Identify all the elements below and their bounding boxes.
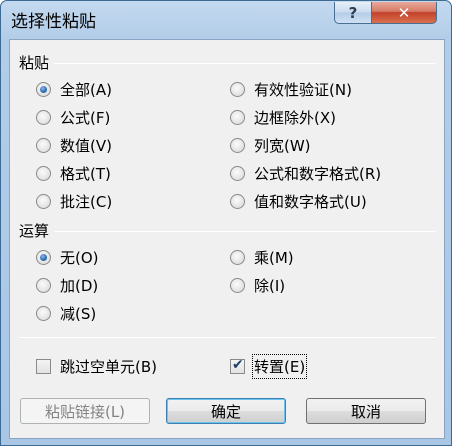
operation-add-option[interactable]: 加(D): [36, 274, 98, 296]
operation-none-label: 无(O): [60, 248, 99, 267]
operation-divide-label: 除(I): [254, 276, 286, 295]
paste-link-label: 粘贴链接(L): [44, 402, 126, 421]
operation-multiply-option[interactable]: 乘(M): [230, 246, 294, 268]
paste-special-dialog: 选择性粘贴 ? ✕ 粘贴 全部(A) 公式(F) 数值(V) 格式(T) 批注(…: [0, 0, 452, 446]
paste-column-widths-label: 列宽(W): [254, 136, 311, 155]
cancel-button[interactable]: 取消: [306, 398, 426, 424]
paste-values-numbers-label: 值和数字格式(U): [254, 192, 367, 211]
transpose-checkbox[interactable]: [230, 357, 245, 374]
paste-formulas-option[interactable]: 公式(F): [36, 106, 110, 128]
operation-add-label: 加(D): [60, 276, 99, 295]
ok-label: 确定: [210, 402, 241, 421]
paste-link-button[interactable]: 粘贴链接(L): [20, 398, 150, 424]
skip-blanks-label: 跳过空单元(B): [60, 357, 157, 376]
operation-none-radio[interactable]: [36, 249, 51, 265]
transpose-option[interactable]: 转置(E): [230, 353, 308, 379]
paste-validation-label: 有效性验证(N): [254, 80, 352, 99]
operation-multiply-radio[interactable]: [230, 249, 245, 265]
paste-all-option[interactable]: 全部(A): [36, 78, 112, 100]
paste-all-label: 全部(A): [60, 80, 112, 99]
operation-group-divider: [54, 231, 436, 232]
paste-formats-radio[interactable]: [36, 165, 51, 181]
paste-column-widths-radio[interactable]: [230, 137, 245, 153]
paste-all-radio[interactable]: [36, 81, 51, 97]
close-button[interactable]: ✕: [371, 2, 437, 24]
paste-except-borders-radio[interactable]: [230, 109, 245, 125]
operation-subtract-label: 减(S): [60, 304, 97, 323]
paste-formats-option[interactable]: 格式(T): [36, 162, 111, 184]
paste-formulas-numbers-label: 公式和数字格式(R): [254, 164, 382, 183]
operation-group-label: 运算: [19, 222, 50, 240]
options-divider: [19, 337, 436, 338]
operation-subtract-option[interactable]: 减(S): [36, 302, 96, 324]
dialog-title: 选择性粘贴: [11, 12, 96, 32]
help-button[interactable]: ?: [334, 2, 372, 24]
paste-comments-option[interactable]: 批注(C): [36, 190, 112, 212]
paste-formulas-radio[interactable]: [36, 109, 51, 125]
paste-values-option[interactable]: 数值(V): [36, 134, 112, 156]
paste-values-numbers-radio[interactable]: [230, 193, 245, 209]
paste-except-borders-label: 边框除外(X): [254, 108, 336, 127]
paste-values-radio[interactable]: [36, 137, 51, 153]
paste-except-borders-option[interactable]: 边框除外(X): [230, 106, 336, 128]
paste-group-divider: [54, 63, 436, 64]
paste-formulas-label: 公式(F): [60, 108, 111, 127]
paste-comments-label: 批注(C): [60, 192, 113, 211]
paste-validation-option[interactable]: 有效性验证(N): [230, 78, 352, 100]
paste-comments-radio[interactable]: [36, 193, 51, 209]
operation-add-radio[interactable]: [36, 277, 51, 293]
title-bar[interactable]: 选择性粘贴 ? ✕: [1, 1, 451, 39]
dialog-body: 粘贴 全部(A) 公式(F) 数值(V) 格式(T) 批注(C) 有效性验证(N…: [9, 39, 445, 439]
close-icon: ✕: [397, 3, 411, 22]
paste-validation-radio[interactable]: [230, 81, 245, 97]
help-icon: ?: [348, 3, 358, 22]
operation-multiply-label: 乘(M): [254, 248, 294, 267]
operation-divide-radio[interactable]: [230, 277, 245, 293]
transpose-label: 转置(E): [251, 353, 308, 379]
operation-subtract-radio[interactable]: [36, 305, 51, 321]
operation-none-option[interactable]: 无(O): [36, 246, 99, 268]
operation-divide-option[interactable]: 除(I): [230, 274, 285, 296]
paste-values-numbers-option[interactable]: 值和数字格式(U): [230, 190, 367, 212]
paste-formulas-numbers-radio[interactable]: [230, 165, 245, 181]
paste-formats-label: 格式(T): [60, 164, 111, 183]
cancel-label: 取消: [350, 402, 381, 421]
paste-formulas-numbers-option[interactable]: 公式和数字格式(R): [230, 162, 381, 184]
paste-column-widths-option[interactable]: 列宽(W): [230, 134, 311, 156]
paste-values-label: 数值(V): [60, 136, 112, 155]
paste-group-label: 粘贴: [19, 54, 50, 72]
skip-blanks-checkbox[interactable]: [36, 358, 51, 374]
ok-button[interactable]: 确定: [166, 398, 286, 424]
skip-blanks-option[interactable]: 跳过空单元(B): [36, 355, 157, 377]
